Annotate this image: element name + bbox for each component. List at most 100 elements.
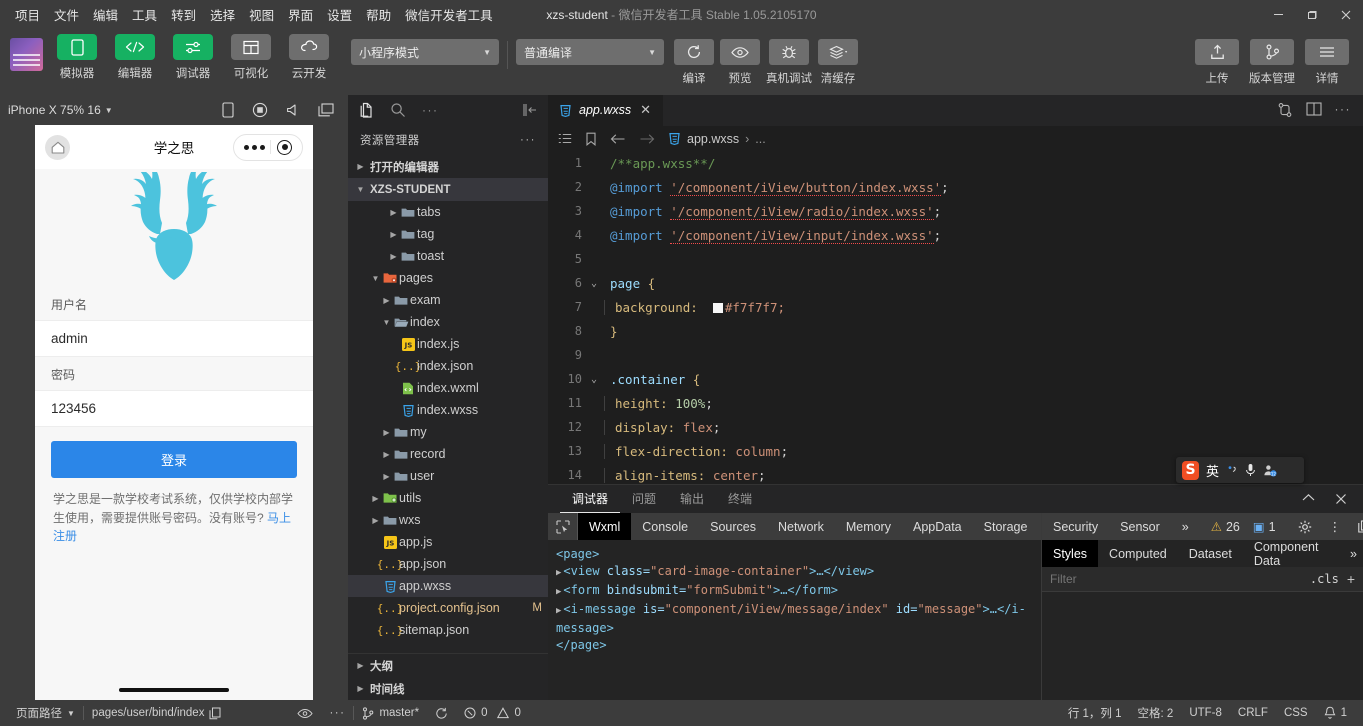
styles-tab-styles[interactable]: Styles xyxy=(1042,540,1099,567)
devtools-tab-memory[interactable]: Memory xyxy=(835,513,902,540)
tree-item-record[interactable]: ▶ record xyxy=(348,443,548,465)
git-sync-button[interactable] xyxy=(427,707,456,720)
inspect-element-icon[interactable] xyxy=(548,513,578,540)
minimize-icon[interactable] xyxy=(1261,0,1295,29)
devtools-tab-sensor[interactable]: Sensor xyxy=(1109,513,1171,540)
mode-select[interactable]: 小程序模式 ▼ xyxy=(351,39,499,65)
new-style-rule-button[interactable]: + xyxy=(1347,571,1363,587)
upload-button[interactable]: 上传 xyxy=(1195,39,1239,86)
menu-item-settings[interactable]: 设置 xyxy=(320,1,359,28)
split-editor-icon[interactable] xyxy=(1305,102,1322,118)
copy-icon[interactable] xyxy=(209,707,221,720)
tree-item-app-wxss[interactable]: app.wxss xyxy=(348,575,548,597)
menu-item-file[interactable]: 文件 xyxy=(47,1,86,28)
menu-item-project[interactable]: 项目 xyxy=(8,1,47,28)
more-dots-icon[interactable]: ··· xyxy=(520,134,536,146)
page-path-selector[interactable]: 页面路径 ▼ xyxy=(8,705,83,721)
menu-item-edit[interactable]: 编辑 xyxy=(86,1,125,28)
warning-badge[interactable]: ⚠ 26 xyxy=(1200,513,1251,540)
dock-icon[interactable] xyxy=(1347,513,1363,540)
rotate-device-icon[interactable] xyxy=(222,102,234,118)
tree-item-toast[interactable]: ▶ toast xyxy=(348,245,548,267)
toggle-class-button[interactable]: .cls xyxy=(1302,572,1347,586)
forward-arrow-icon[interactable] xyxy=(639,133,655,145)
tree-item-pages[interactable]: ▼ pages xyxy=(348,267,548,289)
toggle-visualization[interactable]: 可视化 xyxy=(227,34,275,81)
clear-cache-button[interactable]: 清缓存 xyxy=(818,39,858,86)
microphone-icon[interactable] xyxy=(1245,463,1256,477)
capsule-menu[interactable] xyxy=(233,133,303,161)
fold-chevron-icon[interactable]: ⌄ xyxy=(586,374,602,385)
styles-tab-dataset[interactable]: Dataset xyxy=(1178,540,1243,567)
files-icon[interactable] xyxy=(358,102,374,119)
record-icon[interactable] xyxy=(252,102,268,118)
close-icon[interactable]: ✕ xyxy=(638,102,653,118)
menu-item-help[interactable]: 帮助 xyxy=(359,1,398,28)
toggle-simulator[interactable]: 模拟器 xyxy=(53,34,101,81)
split-direction-icon[interactable] xyxy=(1277,102,1293,118)
devtools-tabs-overflow-icon[interactable]: » xyxy=(1171,513,1200,540)
section-open-editors[interactable]: ▶ 打开的编辑器 xyxy=(348,155,548,178)
punctuation-icon[interactable] xyxy=(1226,464,1238,476)
tree-item-index-wxml[interactable]: index.wxml xyxy=(348,377,548,399)
styles-filter-input[interactable] xyxy=(1042,572,1302,586)
more-dots-icon[interactable]: ··· xyxy=(422,103,439,117)
devtools-tab-sources[interactable]: Sources xyxy=(699,513,767,540)
section-timeline[interactable]: ▶ 时间线 xyxy=(348,677,548,700)
real-device-debug-button[interactable]: 真机调试 xyxy=(766,39,812,86)
expand-triangle-icon[interactable]: ▶ xyxy=(556,568,561,578)
device-selector[interactable]: iPhone X 75% 16 ▼ xyxy=(8,103,113,117)
ime-floating-toolbar[interactable]: S 英 12 xyxy=(1176,457,1304,483)
expand-triangle-icon[interactable]: ▶ xyxy=(556,606,561,616)
toggle-editor[interactable]: 编辑器 xyxy=(111,34,159,81)
devtools-tab-appdata[interactable]: AppData xyxy=(902,513,973,540)
devtools-tab-security[interactable]: Security xyxy=(1042,513,1109,540)
tree-item-index-wxss[interactable]: index.wxss xyxy=(348,399,548,421)
menu-item-view[interactable]: 视图 xyxy=(242,1,281,28)
tree-item-my[interactable]: ▶ my xyxy=(348,421,548,443)
chevron-up-icon[interactable] xyxy=(1302,493,1315,505)
tree-item-tag[interactable]: ▶ tag xyxy=(348,223,548,245)
tree-item-app-js[interactable]: JS app.js xyxy=(348,531,548,553)
compile-button[interactable]: 编译 xyxy=(674,39,714,86)
dom-line-form[interactable]: ▶ <form bindsubmit="formSubmit">…</form> xyxy=(556,582,1033,601)
devtools-tab-storage[interactable]: Storage xyxy=(973,513,1039,540)
maximize-icon[interactable] xyxy=(1295,0,1329,29)
toolbox-icon[interactable] xyxy=(1284,463,1298,477)
devtools-tab-network[interactable]: Network xyxy=(767,513,835,540)
panel-tab-terminal[interactable]: 终端 xyxy=(716,485,764,513)
dom-line-view[interactable]: ▶ <view class="card-image-container">…</v… xyxy=(556,563,1033,582)
bookmark-icon[interactable] xyxy=(585,132,597,146)
close-icon[interactable] xyxy=(1335,493,1347,505)
encoding-setting[interactable]: UTF-8 xyxy=(1181,707,1230,719)
menu-item-tools[interactable]: 工具 xyxy=(125,1,164,28)
tree-item-index-json[interactable]: {..} index.json xyxy=(348,355,548,377)
page-path-value-group[interactable]: pages/user/bind/index xyxy=(84,707,230,720)
devtools-tab-wxml[interactable]: Wxml xyxy=(578,513,632,540)
status-eye-button[interactable] xyxy=(289,708,321,719)
tree-item-tabs[interactable]: ▶ tabs xyxy=(348,201,548,223)
fold-chevron-icon[interactable]: ⌄ xyxy=(586,278,602,289)
more-dots-icon[interactable]: ··· xyxy=(1335,102,1352,118)
username-input[interactable]: admin xyxy=(35,320,313,357)
toggle-debugger[interactable]: 调试器 xyxy=(169,34,217,81)
panel-tab-output[interactable]: 输出 xyxy=(668,485,716,513)
panel-tab-debugger[interactable]: 调试器 xyxy=(560,485,621,513)
tree-item-wxs[interactable]: ▶ wxs xyxy=(348,509,548,531)
tree-item-index-folder[interactable]: ▼ index xyxy=(348,311,548,333)
breadcrumb-more[interactable]: ... xyxy=(755,132,765,146)
ime-mode-label[interactable]: 英 xyxy=(1206,461,1219,480)
status-more-button[interactable]: ··· xyxy=(321,707,353,719)
panel-tab-problems[interactable]: 问题 xyxy=(620,485,668,513)
styles-tab-component-data[interactable]: Component Data xyxy=(1243,540,1344,568)
tree-item-user[interactable]: ▶ user xyxy=(348,465,548,487)
kebab-menu-icon[interactable]: ⋮ xyxy=(1323,513,1348,540)
details-button[interactable]: 详情 xyxy=(1305,39,1349,86)
tree-item-sitemap-json[interactable]: {..} sitemap.json xyxy=(348,619,548,641)
menu-item-interface[interactable]: 界面 xyxy=(281,1,320,28)
styles-tab-computed[interactable]: Computed xyxy=(1098,540,1178,567)
login-button[interactable]: 登录 xyxy=(51,441,297,478)
version-control-button[interactable]: 版本管理 xyxy=(1249,39,1295,86)
styles-tabs-overflow-icon[interactable]: » xyxy=(1344,540,1363,567)
tree-item-project-config-json[interactable]: {..} project.config.json M xyxy=(348,597,548,619)
